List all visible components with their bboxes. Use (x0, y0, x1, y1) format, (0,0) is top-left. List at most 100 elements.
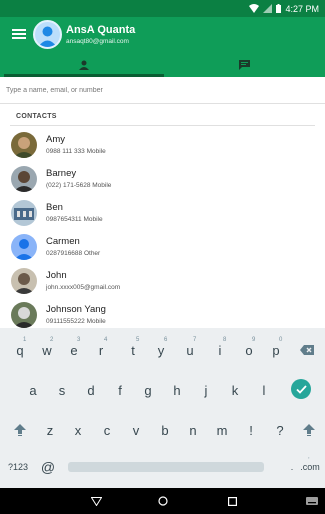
key-w[interactable]: 2w (37, 337, 57, 360)
key-hint: , (308, 454, 310, 460)
key-q[interactable]: 1q (10, 337, 30, 360)
key-question[interactable]: ? (270, 420, 290, 440)
tab-messages[interactable] (164, 53, 324, 77)
key-u[interactable]: 7u (180, 337, 200, 360)
key-c[interactable]: c (97, 420, 117, 440)
key-b[interactable]: b (155, 420, 175, 440)
period-key[interactable]: . (286, 458, 298, 476)
contact-row[interactable]: Johnson Yang 09111555222 Mobile (0, 298, 325, 328)
search-row (0, 77, 325, 104)
key-m[interactable]: m (212, 420, 232, 440)
key-hint: 8 (223, 337, 227, 343)
signal-icon (263, 4, 273, 13)
contact-row[interactable]: Ben 0987654311 Mobile (0, 196, 325, 230)
contact-row[interactable]: John john.xxxx005@gmail.com (0, 264, 325, 298)
key-label: s (58, 382, 66, 398)
search-input[interactable] (6, 81, 306, 99)
contact-avatar (11, 166, 37, 192)
key-o[interactable]: 9o (239, 337, 259, 360)
key-label: j (204, 382, 208, 398)
key-i[interactable]: 8i (210, 337, 230, 360)
key-hint: 6 (164, 337, 168, 343)
contact-detail: 09111555222 Mobile (46, 318, 106, 325)
contact-avatar (11, 268, 37, 294)
account-email: ansaqt80@gmail.com (66, 38, 129, 45)
key-label: b (161, 422, 169, 438)
key-label: d (87, 382, 95, 398)
battery-icon (276, 4, 282, 13)
key-label: o (245, 342, 253, 358)
backspace-key[interactable] (297, 340, 317, 360)
key-g[interactable]: g (138, 380, 158, 400)
contact-row[interactable]: Carmen 0287916688 Other (0, 230, 325, 264)
key-label: v (132, 422, 140, 438)
contact-detail: 0988 111 333 Mobile (46, 148, 106, 155)
key-d[interactable]: d (81, 380, 101, 400)
dotcom-key[interactable]: , .com (298, 454, 322, 476)
key-x[interactable]: x (68, 420, 88, 440)
key-label: h (173, 382, 181, 398)
done-key[interactable] (291, 379, 311, 399)
contact-detail: (022) 171-5628 Mobile (46, 182, 112, 189)
key-e[interactable]: 3e (64, 337, 84, 360)
shift-key-right[interactable] (299, 420, 319, 440)
key-exclamation[interactable]: ! (241, 420, 261, 440)
soft-keyboard: 1q 2w 3e 4r 5t 6y 7u 8i 9o 0p a s d f g … (0, 328, 325, 488)
key-hint: 4 (104, 337, 108, 343)
key-hint: 3 (77, 337, 81, 343)
symbols-key[interactable]: ?123 (4, 458, 32, 476)
contact-list: Amy 0988 111 333 Mobile Barney (022) 171… (0, 126, 325, 328)
key-label: . (290, 462, 294, 472)
home-circle-icon (158, 496, 168, 506)
key-k[interactable]: k (225, 380, 245, 400)
key-j[interactable]: j (196, 380, 216, 400)
key-label: r (98, 342, 104, 358)
contact-name: Ben (46, 202, 63, 213)
key-t[interactable]: 5t (123, 337, 143, 360)
key-hint: 5 (136, 337, 140, 343)
wifi-icon (249, 4, 260, 13)
key-label: ? (276, 422, 284, 438)
contact-avatar (11, 234, 37, 260)
key-l[interactable]: l (254, 380, 274, 400)
key-n[interactable]: n (183, 420, 203, 440)
backspace-icon (300, 345, 314, 355)
key-v[interactable]: v (126, 420, 146, 440)
key-r[interactable]: 4r (91, 337, 111, 360)
key-hint: 2 (50, 337, 54, 343)
contact-name: Johnson Yang (46, 304, 106, 315)
back-triangle-icon (90, 496, 102, 506)
person-icon (79, 60, 89, 70)
menu-icon[interactable] (12, 27, 26, 41)
key-label: p (272, 342, 280, 358)
key-z[interactable]: z (40, 420, 60, 440)
key-p[interactable]: 0p (266, 337, 286, 360)
shift-key[interactable] (10, 420, 30, 440)
key-s[interactable]: s (52, 380, 72, 400)
recents-button[interactable] (217, 488, 247, 514)
account-avatar[interactable] (33, 20, 62, 49)
contact-row[interactable]: Amy 0988 111 333 Mobile (0, 128, 325, 162)
key-a[interactable]: a (23, 380, 43, 400)
key-hint: 7 (193, 337, 197, 343)
contact-name: Amy (46, 134, 65, 145)
key-h[interactable]: h (167, 380, 187, 400)
key-y[interactable]: 6y (151, 337, 171, 360)
keyboard-switch-button[interactable] (297, 488, 325, 514)
contact-detail: john.xxxx005@gmail.com (46, 284, 121, 291)
back-button[interactable] (81, 488, 111, 514)
key-label: a (29, 382, 37, 398)
key-label: n (189, 422, 197, 438)
spacebar-key[interactable] (68, 462, 264, 472)
contact-row[interactable]: Barney (022) 171-5628 Mobile (0, 162, 325, 196)
key-hint: 0 (279, 337, 283, 343)
key-label: g (144, 382, 152, 398)
key-label: z (46, 422, 54, 438)
home-button[interactable] (148, 488, 178, 514)
contact-detail: 0287916688 Other (46, 250, 101, 257)
contact-avatar (11, 302, 37, 328)
at-key[interactable]: @ (38, 458, 58, 476)
contact-avatar (11, 132, 37, 158)
navigation-bar (0, 488, 325, 514)
key-f[interactable]: f (110, 380, 130, 400)
